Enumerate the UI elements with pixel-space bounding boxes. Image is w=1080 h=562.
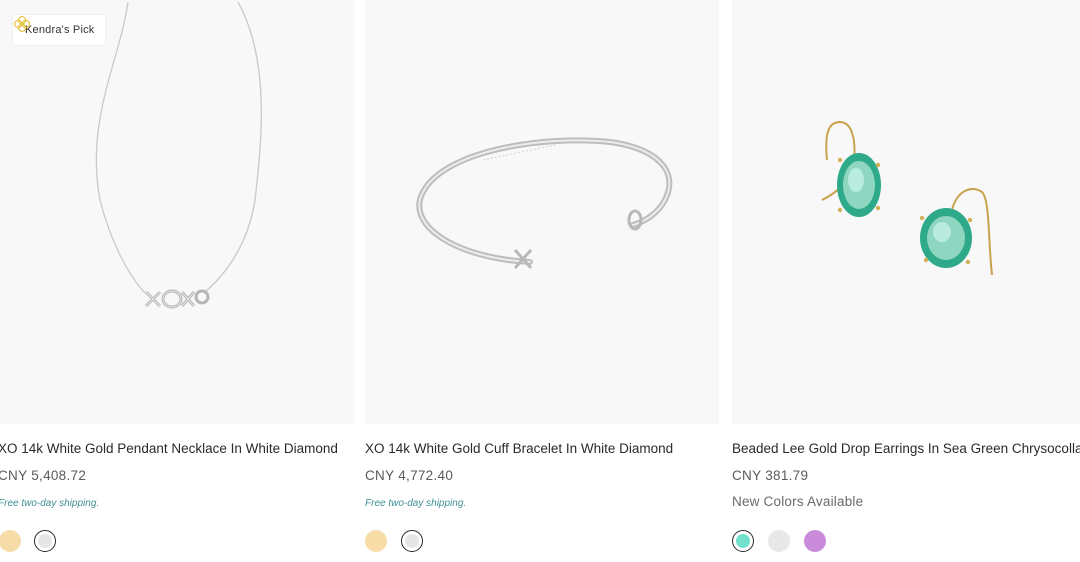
swatch-white-gold[interactable] bbox=[401, 530, 423, 552]
product-title[interactable]: Beaded Lee Gold Drop Earrings In Sea Gre… bbox=[732, 441, 1080, 456]
swatch-color bbox=[38, 534, 52, 548]
product-card: Beaded Lee Gold Drop Earrings In Sea Gre… bbox=[732, 0, 1080, 562]
swatch-color bbox=[405, 534, 419, 548]
shipping-note: Free two-day shipping. bbox=[365, 498, 467, 509]
swatch-sea-green[interactable] bbox=[732, 530, 754, 552]
swatch-color bbox=[365, 530, 387, 552]
product-image-necklace[interactable]: Kendra's Pick bbox=[0, 0, 354, 424]
product-title[interactable]: XO 14k White Gold Pendant Necklace In Wh… bbox=[0, 441, 354, 456]
badge-label: Kendra's Pick bbox=[25, 24, 95, 36]
swatch-white[interactable] bbox=[768, 530, 790, 552]
product-card: XO 14k White Gold Cuff Bracelet In White… bbox=[365, 0, 719, 562]
product-title[interactable]: XO 14k White Gold Cuff Bracelet In White… bbox=[365, 441, 719, 456]
new-colors-note: New Colors Available bbox=[732, 494, 864, 509]
earrings-illustration bbox=[821, 120, 993, 276]
product-image-earrings[interactable] bbox=[732, 0, 1080, 424]
shipping-note: Free two-day shipping. bbox=[0, 498, 100, 509]
product-price: CNY 4,772.40 bbox=[365, 468, 454, 483]
necklace-illustration bbox=[95, 1, 262, 309]
product-image-bracelet[interactable] bbox=[365, 0, 719, 424]
swatch-yellow-gold[interactable] bbox=[0, 530, 21, 552]
product-card: Kendra's Pick XO 14k White Gold Pendant … bbox=[0, 0, 354, 562]
bracelet-illustration bbox=[416, 137, 673, 269]
kendras-pick-badge: Kendra's Pick bbox=[13, 15, 105, 45]
product-price: CNY 5,408.72 bbox=[0, 468, 87, 483]
swatch-color bbox=[768, 530, 790, 552]
swatch-white-gold[interactable] bbox=[34, 530, 56, 552]
swatch-color bbox=[0, 530, 21, 552]
swatch-lilac[interactable] bbox=[804, 530, 826, 552]
product-price: CNY 381.79 bbox=[732, 468, 809, 483]
kendras-pick-icon bbox=[13, 15, 31, 33]
swatch-color bbox=[736, 534, 750, 548]
swatch-color bbox=[804, 530, 826, 552]
swatch-yellow-gold[interactable] bbox=[365, 530, 387, 552]
